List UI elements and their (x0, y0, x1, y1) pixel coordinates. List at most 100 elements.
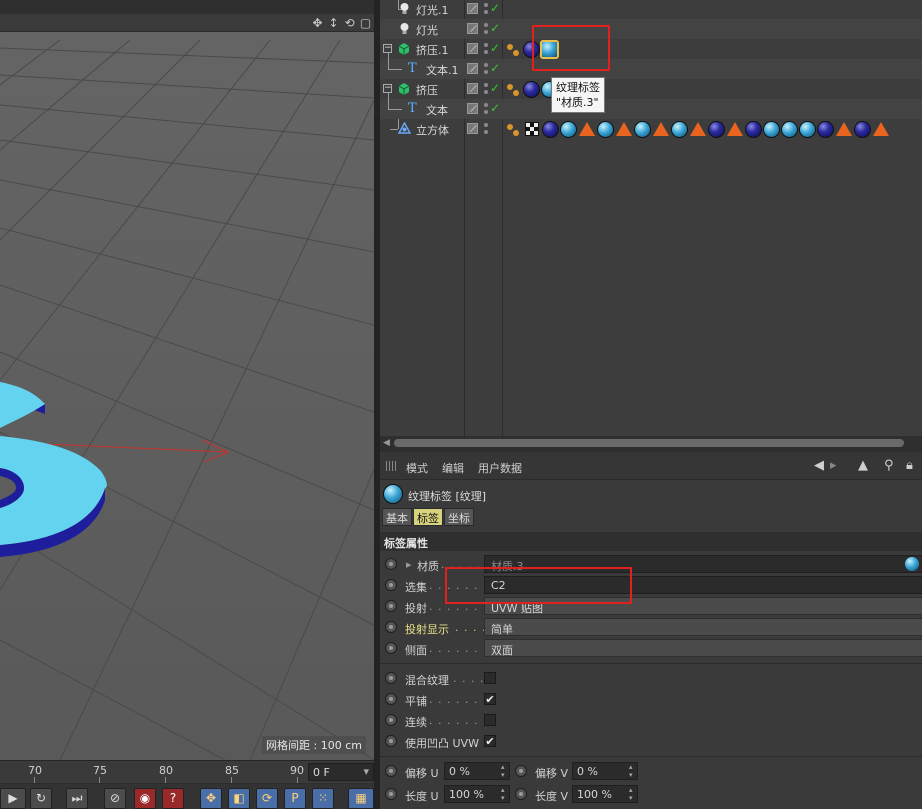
selection-tag-icon[interactable] (836, 122, 852, 136)
enabled-check-icon[interactable]: ✓ (490, 101, 500, 115)
enabled-check-icon[interactable]: ✓ (490, 41, 500, 55)
object-name[interactable]: 立方体 (416, 122, 449, 138)
move-key-icon[interactable]: ✥ (200, 788, 222, 809)
play-icon[interactable]: ▶ (0, 788, 26, 809)
move-view-icon[interactable]: ✥ (311, 16, 324, 30)
dolly-icon[interactable]: ↕ (327, 16, 340, 30)
animate-radio[interactable] (515, 765, 527, 777)
layer-flag[interactable] (467, 123, 478, 134)
forward-arrow-icon[interactable]: ▸ (830, 458, 837, 473)
visibility-dots[interactable] (483, 102, 489, 116)
maximize-icon[interactable]: ▢ (359, 16, 372, 30)
animate-radio[interactable] (385, 621, 397, 633)
layer-flag[interactable] (467, 63, 478, 74)
rotate-key-icon[interactable]: ⟳ (256, 788, 278, 809)
visibility-dots[interactable] (483, 42, 489, 56)
material-tag-icon[interactable] (781, 120, 798, 138)
length-v-field[interactable]: 100 % (572, 785, 638, 803)
material-tag-icon[interactable] (542, 120, 559, 138)
seamless-checkbox[interactable] (484, 714, 496, 726)
object-row-light-1[interactable]: 灯光.1 ✓ (380, 0, 922, 19)
pointer-icon[interactable]: ▲ (858, 458, 868, 473)
collapse-icon[interactable]: − (383, 44, 392, 53)
object-row-extrude-1[interactable]: − 挤压.1 ✓ (380, 39, 922, 59)
material-tag-icon[interactable] (634, 120, 651, 138)
film-icon[interactable]: ▦ (348, 788, 374, 809)
animate-radio[interactable] (385, 693, 397, 705)
enabled-check-icon[interactable]: ✓ (490, 21, 500, 35)
auto-key-icon[interactable]: ◉ (134, 788, 156, 809)
material-tag-icon[interactable] (523, 80, 540, 98)
tab-tag[interactable]: 标签 (413, 508, 443, 526)
rotate-view-icon[interactable]: ⟲ (343, 16, 356, 30)
selection-tag-icon[interactable] (653, 122, 669, 136)
animate-radio[interactable] (385, 600, 397, 612)
offset-v-field[interactable]: 0 % (572, 762, 638, 780)
material-tag-icon[interactable] (854, 120, 871, 138)
enabled-check-icon[interactable]: ✓ (490, 1, 500, 15)
help-icon[interactable]: ? (162, 788, 184, 809)
animate-radio[interactable] (385, 765, 397, 777)
panel-grip-icon[interactable] (386, 461, 398, 471)
material-tag-icon[interactable] (799, 120, 816, 138)
visibility-dots[interactable] (483, 82, 489, 96)
animate-radio[interactable] (515, 788, 527, 800)
lock-icon[interactable]: 🔒︎ (906, 458, 913, 473)
layer-flag[interactable] (467, 23, 478, 34)
collapse-icon[interactable]: − (383, 84, 392, 93)
animate-radio[interactable] (385, 558, 397, 570)
scale-key-icon[interactable]: ◧ (228, 788, 250, 809)
selection-tag-icon[interactable] (616, 122, 632, 136)
expand-icon[interactable]: ▸ (406, 558, 412, 571)
layer-flag[interactable] (467, 103, 478, 114)
menu-user-data[interactable]: 用户数据 (478, 460, 522, 476)
selection-tag-icon[interactable] (873, 122, 889, 136)
tab-coordinates[interactable]: 坐标 (444, 508, 474, 526)
animate-radio[interactable] (385, 735, 397, 747)
selection-tag-icon[interactable] (579, 122, 595, 136)
current-frame-field[interactable]: 0 F (308, 763, 374, 781)
animate-radio[interactable] (385, 642, 397, 654)
object-row-text-1[interactable]: T 文本.1 ✓ (380, 53, 922, 79)
visibility-dots[interactable] (483, 2, 489, 16)
phong-tag-icon[interactable] (505, 121, 522, 138)
layer-flag[interactable] (467, 3, 478, 14)
material-tag-icon[interactable] (763, 120, 780, 138)
object-name[interactable]: 挤压.1 (416, 42, 449, 58)
object-name[interactable]: 灯光 (416, 22, 438, 38)
length-u-field[interactable]: 100 % (444, 785, 510, 803)
object-row-text[interactable]: T 文本 ✓ (380, 93, 922, 119)
animate-radio[interactable] (385, 714, 397, 726)
object-name[interactable]: 灯光.1 (416, 2, 449, 18)
record-off-icon[interactable]: ⊘ (104, 788, 126, 809)
phong-tag-icon[interactable] (505, 41, 522, 58)
visibility-dots[interactable] (483, 122, 489, 136)
scrollbar-thumb[interactable] (394, 439, 904, 447)
param-key-icon[interactable]: P (284, 788, 306, 809)
back-arrow-icon[interactable]: ◀ (814, 458, 824, 473)
animate-radio[interactable] (385, 579, 397, 591)
material-tag-icon[interactable] (597, 120, 614, 138)
object-name[interactable]: 文本.1 (426, 62, 459, 78)
checker-material-tag-icon[interactable] (525, 122, 539, 136)
material-tag-icon[interactable] (745, 120, 762, 138)
projection-display-dropdown[interactable]: 简单 (484, 618, 922, 636)
tab-basic[interactable]: 基本 (382, 508, 412, 526)
object-name[interactable]: 文本 (426, 102, 448, 118)
material-tag-icon[interactable] (817, 120, 834, 138)
material-tag-icon[interactable] (708, 120, 725, 138)
mix-textures-checkbox[interactable] (484, 672, 496, 684)
loop-icon[interactable]: ↻ (30, 788, 52, 809)
menu-edit[interactable]: 编辑 (442, 460, 464, 476)
enabled-check-icon[interactable]: ✓ (490, 81, 500, 95)
layer-flag[interactable] (467, 83, 478, 94)
menu-mode[interactable]: 模式 (406, 460, 428, 476)
selection-tag-icon[interactable] (690, 122, 706, 136)
enabled-check-icon[interactable]: ✓ (490, 61, 500, 75)
search-icon[interactable]: ⚲ (884, 458, 894, 473)
phong-tag-icon[interactable] (505, 81, 522, 98)
animate-radio[interactable] (385, 672, 397, 684)
selection-tag-icon[interactable] (727, 122, 743, 136)
offset-u-field[interactable]: 0 % (444, 762, 510, 780)
visibility-dots[interactable] (483, 62, 489, 76)
